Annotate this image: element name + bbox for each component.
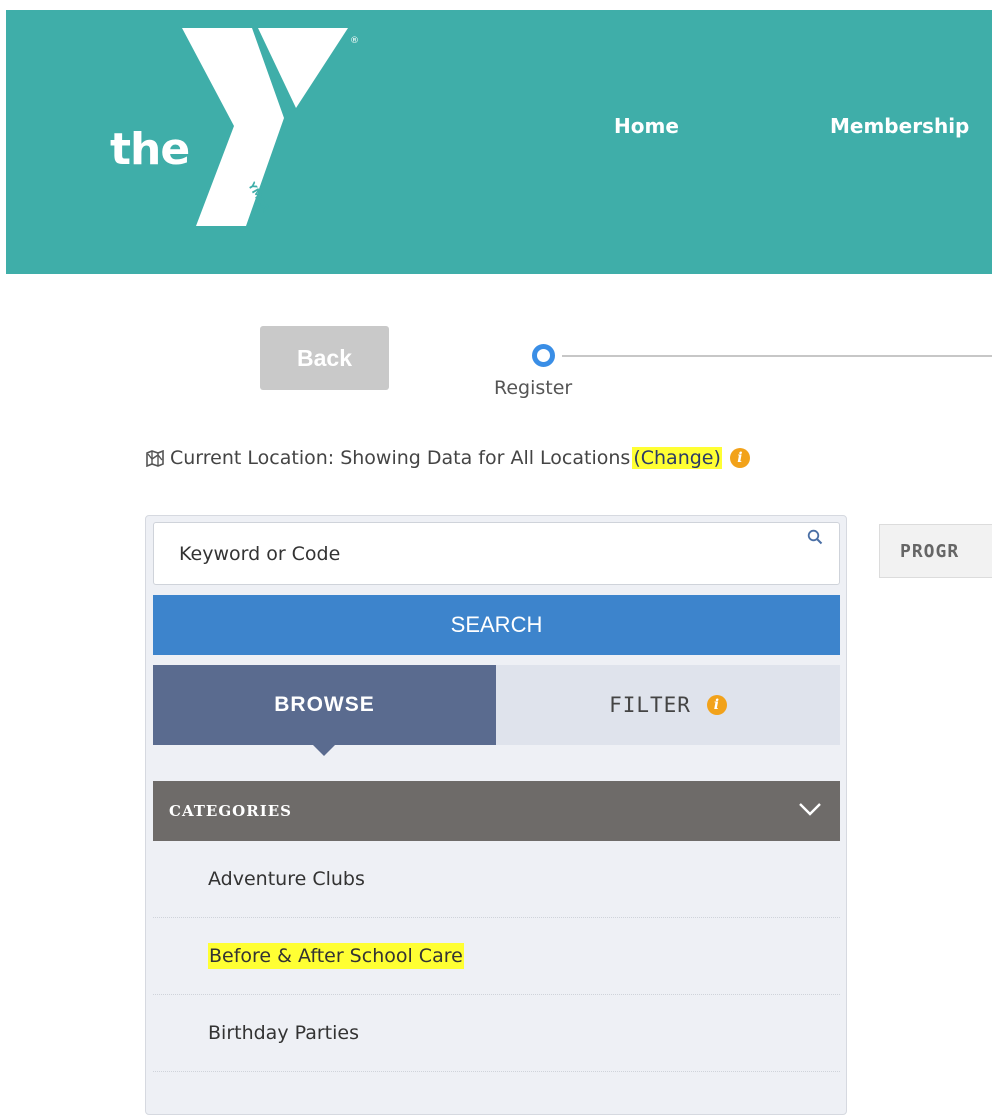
- categories-header[interactable]: CATEGORIES: [153, 781, 840, 841]
- location-text: Current Location: Showing Data for All L…: [170, 447, 631, 469]
- info-icon[interactable]: i: [729, 448, 750, 468]
- step-register-indicator: [532, 344, 555, 367]
- categories-title: CATEGORIES: [169, 802, 292, 820]
- category-label: Adventure Clubs: [208, 868, 365, 890]
- active-tab-pointer: [313, 745, 335, 756]
- info-icon[interactable]: i: [706, 695, 727, 715]
- search-icon[interactable]: [807, 529, 823, 545]
- tab-filter[interactable]: FILTER i: [496, 665, 840, 745]
- nav-home[interactable]: Home: [614, 114, 679, 138]
- category-list: Adventure Clubs Before & After School Ca…: [153, 841, 840, 1072]
- back-button[interactable]: Back: [260, 326, 389, 390]
- chevron-down-icon[interactable]: [798, 801, 822, 817]
- site-header: the YMCA ® Home Membership: [6, 10, 992, 274]
- category-item-adventure-clubs[interactable]: Adventure Clubs: [153, 841, 840, 918]
- category-item-before-after-school-care[interactable]: Before & After School Care: [153, 918, 840, 995]
- registered-mark: ®: [350, 36, 359, 46]
- tab-programs[interactable]: PROGR: [879, 524, 992, 578]
- category-label: Birthday Parties: [208, 1022, 359, 1044]
- change-location-link[interactable]: (Change): [632, 447, 722, 469]
- search-sidebar: SEARCH BROWSE FILTER i CATEGORIES Advent…: [145, 515, 847, 1115]
- category-item-birthday-parties[interactable]: Birthday Parties: [153, 995, 840, 1072]
- search-input[interactable]: [154, 523, 839, 584]
- tab-filter-label: FILTER: [609, 693, 691, 717]
- tab-browse[interactable]: BROWSE: [153, 665, 496, 745]
- search-button[interactable]: SEARCH: [153, 595, 840, 655]
- step-register-label: Register: [494, 377, 573, 399]
- ymca-logo[interactable]: the YMCA ®: [106, 24, 386, 234]
- nav-membership[interactable]: Membership: [830, 114, 969, 138]
- current-location: Current Location: Showing Data for All L…: [146, 447, 750, 469]
- search-box: [153, 522, 840, 585]
- map-icon: [146, 449, 164, 467]
- step-progress-line: [562, 355, 992, 357]
- category-label: Before & After School Care: [208, 943, 464, 969]
